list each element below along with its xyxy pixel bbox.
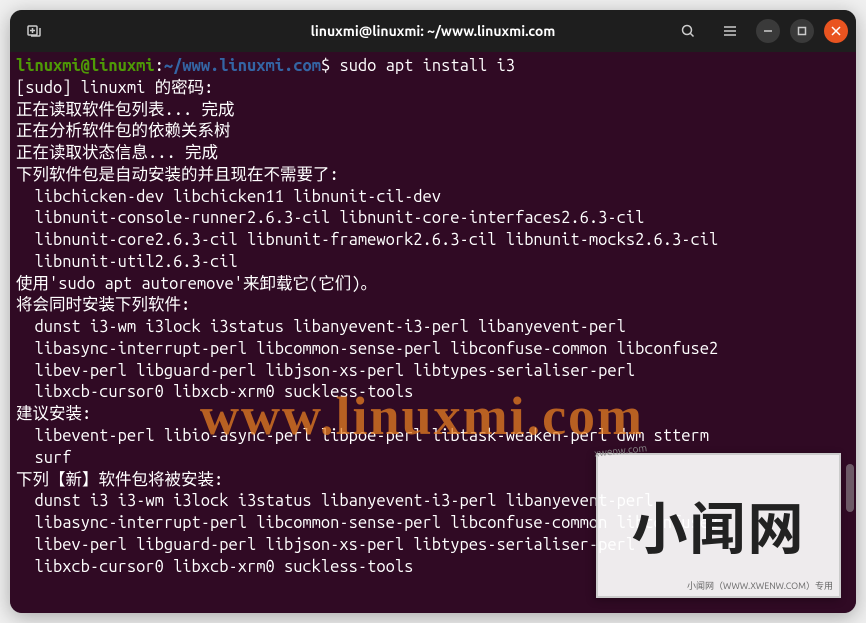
titlebar: linuxmi@linuxmi: ~/www.linuxmi.com [10,10,856,52]
output-line: 建议安装: [16,404,850,426]
output-line: libxcb-cursor0 libxcb-xrm0 suckless-tool… [16,382,850,404]
new-tab-icon [26,23,42,39]
prompt-line: linuxmi@linuxmi:~/www.linuxmi.com$ sudo … [16,56,850,78]
output-line: libnunit-util2.6.3-cil [16,252,850,274]
scrollbar-thumb[interactable] [846,464,854,512]
output-line: surf [16,448,850,470]
close-icon [831,26,841,36]
output-line: 使用'sudo apt autoremove'来卸载它(它们)。 [16,274,850,296]
output-line: libasync-interrupt-perl libcommon-sense-… [16,513,850,535]
output-line: dunst i3 i3-wm i3lock i3status libanyeve… [16,491,850,513]
output-line: libnunit-core2.6.3-cil libnunit-framewor… [16,230,850,252]
output-line: 将会同时安装下列软件: [16,295,850,317]
minimize-button[interactable] [756,19,780,43]
new-tab-button[interactable] [18,15,50,47]
output-line: libev-perl libguard-perl libjson-xs-perl… [16,535,850,557]
minimize-icon [763,26,773,36]
output-line: 正在分析软件包的依赖关系树 [16,121,850,143]
output-line: libasync-interrupt-perl libcommon-sense-… [16,339,850,361]
output-line: dunst i3-wm i3lock i3status libanyevent-… [16,317,850,339]
search-icon [680,23,696,39]
terminal-content[interactable]: linuxmi@linuxmi:~/www.linuxmi.com$ sudo … [10,52,856,613]
command-text: sudo apt install i3 [339,57,515,75]
terminal-window: linuxmi@linuxmi: ~/www.linuxmi.com linux… [10,10,856,613]
prompt-user: linuxmi@linuxmi [16,57,155,75]
output-line: 下列【新】软件包将被安装: [16,470,850,492]
menu-button[interactable] [714,15,746,47]
output-line: libevent-perl libio-async-perl libpoe-pe… [16,426,850,448]
output-line: 下列软件包是自动安装的并且现在不需要了: [16,165,850,187]
window-title: linuxmi@linuxmi: ~/www.linuxmi.com [311,23,556,39]
output-line: libxcb-cursor0 libxcb-xrm0 suckless-tool… [16,557,850,579]
output-line: libev-perl libguard-perl libjson-xs-perl… [16,361,850,383]
hamburger-icon [722,23,738,39]
search-button[interactable] [672,15,704,47]
maximize-button[interactable] [790,19,814,43]
output-line: 正在读取软件包列表... 完成 [16,100,850,122]
output-line: 正在读取状态信息... 完成 [16,143,850,165]
close-button[interactable] [824,19,848,43]
output-line: [sudo] linuxmi 的密码: [16,78,850,100]
output-line: libchicken-dev libchicken11 libnunit-cil… [16,187,850,209]
prompt-path: ~/www.linuxmi.com [164,57,321,75]
output-line: libnunit-console-runner2.6.3-cil libnuni… [16,208,850,230]
maximize-icon [797,26,807,36]
